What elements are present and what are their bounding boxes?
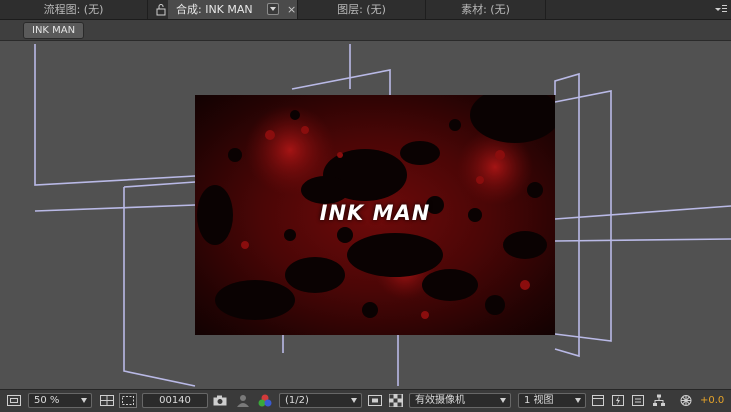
exposure-value[interactable]: +0.0 <box>700 393 724 408</box>
composition-viewer[interactable]: INK MAN <box>0 41 731 389</box>
region-of-interest-icon[interactable] <box>119 393 137 408</box>
breadcrumb-comp-button[interactable]: INK MAN <box>23 22 85 39</box>
lock-icon[interactable] <box>155 3 167 16</box>
timeline-icon[interactable] <box>631 393 645 408</box>
composition-dropdown-button[interactable] <box>267 3 279 15</box>
panel-menu-icon[interactable] <box>714 2 728 16</box>
close-icon[interactable]: × <box>287 0 296 19</box>
flowchart-icon[interactable] <box>652 393 666 408</box>
fast-preview-lightning-icon[interactable] <box>611 393 625 408</box>
tab-flowchart-label: 流程图: (无) <box>43 3 104 16</box>
transparency-grid-icon[interactable] <box>388 393 404 408</box>
camera-view-value: 有效摄像机 <box>415 395 465 406</box>
view-layout-value: 1 视图 <box>524 395 554 406</box>
current-time-field[interactable]: 00140 <box>142 393 208 408</box>
grid-guides-icon[interactable] <box>99 393 115 408</box>
tab-composition-label: 合成: INK MAN <box>176 3 253 16</box>
toggle-pixel-aspect-icon[interactable] <box>591 393 605 408</box>
panel-tab-bar: 流程图: (无) 合成: INK MAN × 图层: (无) 素材: (无) <box>0 0 731 20</box>
show-snapshot-icon[interactable] <box>235 393 251 408</box>
viewer-toolbar: 50 % 00140 (1/2) 有效摄像机 1 视图 +0.0 <box>0 389 731 412</box>
composition-navigator: INK MAN <box>0 20 731 41</box>
reset-exposure-icon[interactable] <box>678 393 694 408</box>
magnification-value: 50 % <box>34 395 60 406</box>
resolution-value: (1/2) <box>285 395 309 406</box>
always-preview-icon[interactable] <box>6 393 22 408</box>
chevron-down-icon <box>500 398 506 403</box>
camera-snapshot-icon[interactable] <box>212 393 228 408</box>
channel-rgb-icon[interactable] <box>256 393 274 408</box>
chevron-down-icon <box>81 398 87 403</box>
magnification-select[interactable]: 50 % <box>28 393 92 408</box>
chevron-down-icon <box>351 398 357 403</box>
composition-frame: INK MAN <box>195 95 555 335</box>
view-layout-select[interactable]: 1 视图 <box>518 393 586 408</box>
tab-layer[interactable]: 图层: (无) <box>298 0 426 19</box>
tab-layer-label: 图层: (无) <box>337 3 386 16</box>
fast-previews-icon[interactable] <box>367 393 383 408</box>
chevron-down-icon <box>575 398 581 403</box>
tab-footage-label: 素材: (无) <box>461 3 510 16</box>
camera-view-select[interactable]: 有效摄像机 <box>409 393 511 408</box>
composition-title-text: INK MAN <box>319 201 431 225</box>
tab-flowchart[interactable]: 流程图: (无) <box>0 0 148 19</box>
resolution-select[interactable]: (1/2) <box>279 393 362 408</box>
tab-footage[interactable]: 素材: (无) <box>426 0 546 19</box>
